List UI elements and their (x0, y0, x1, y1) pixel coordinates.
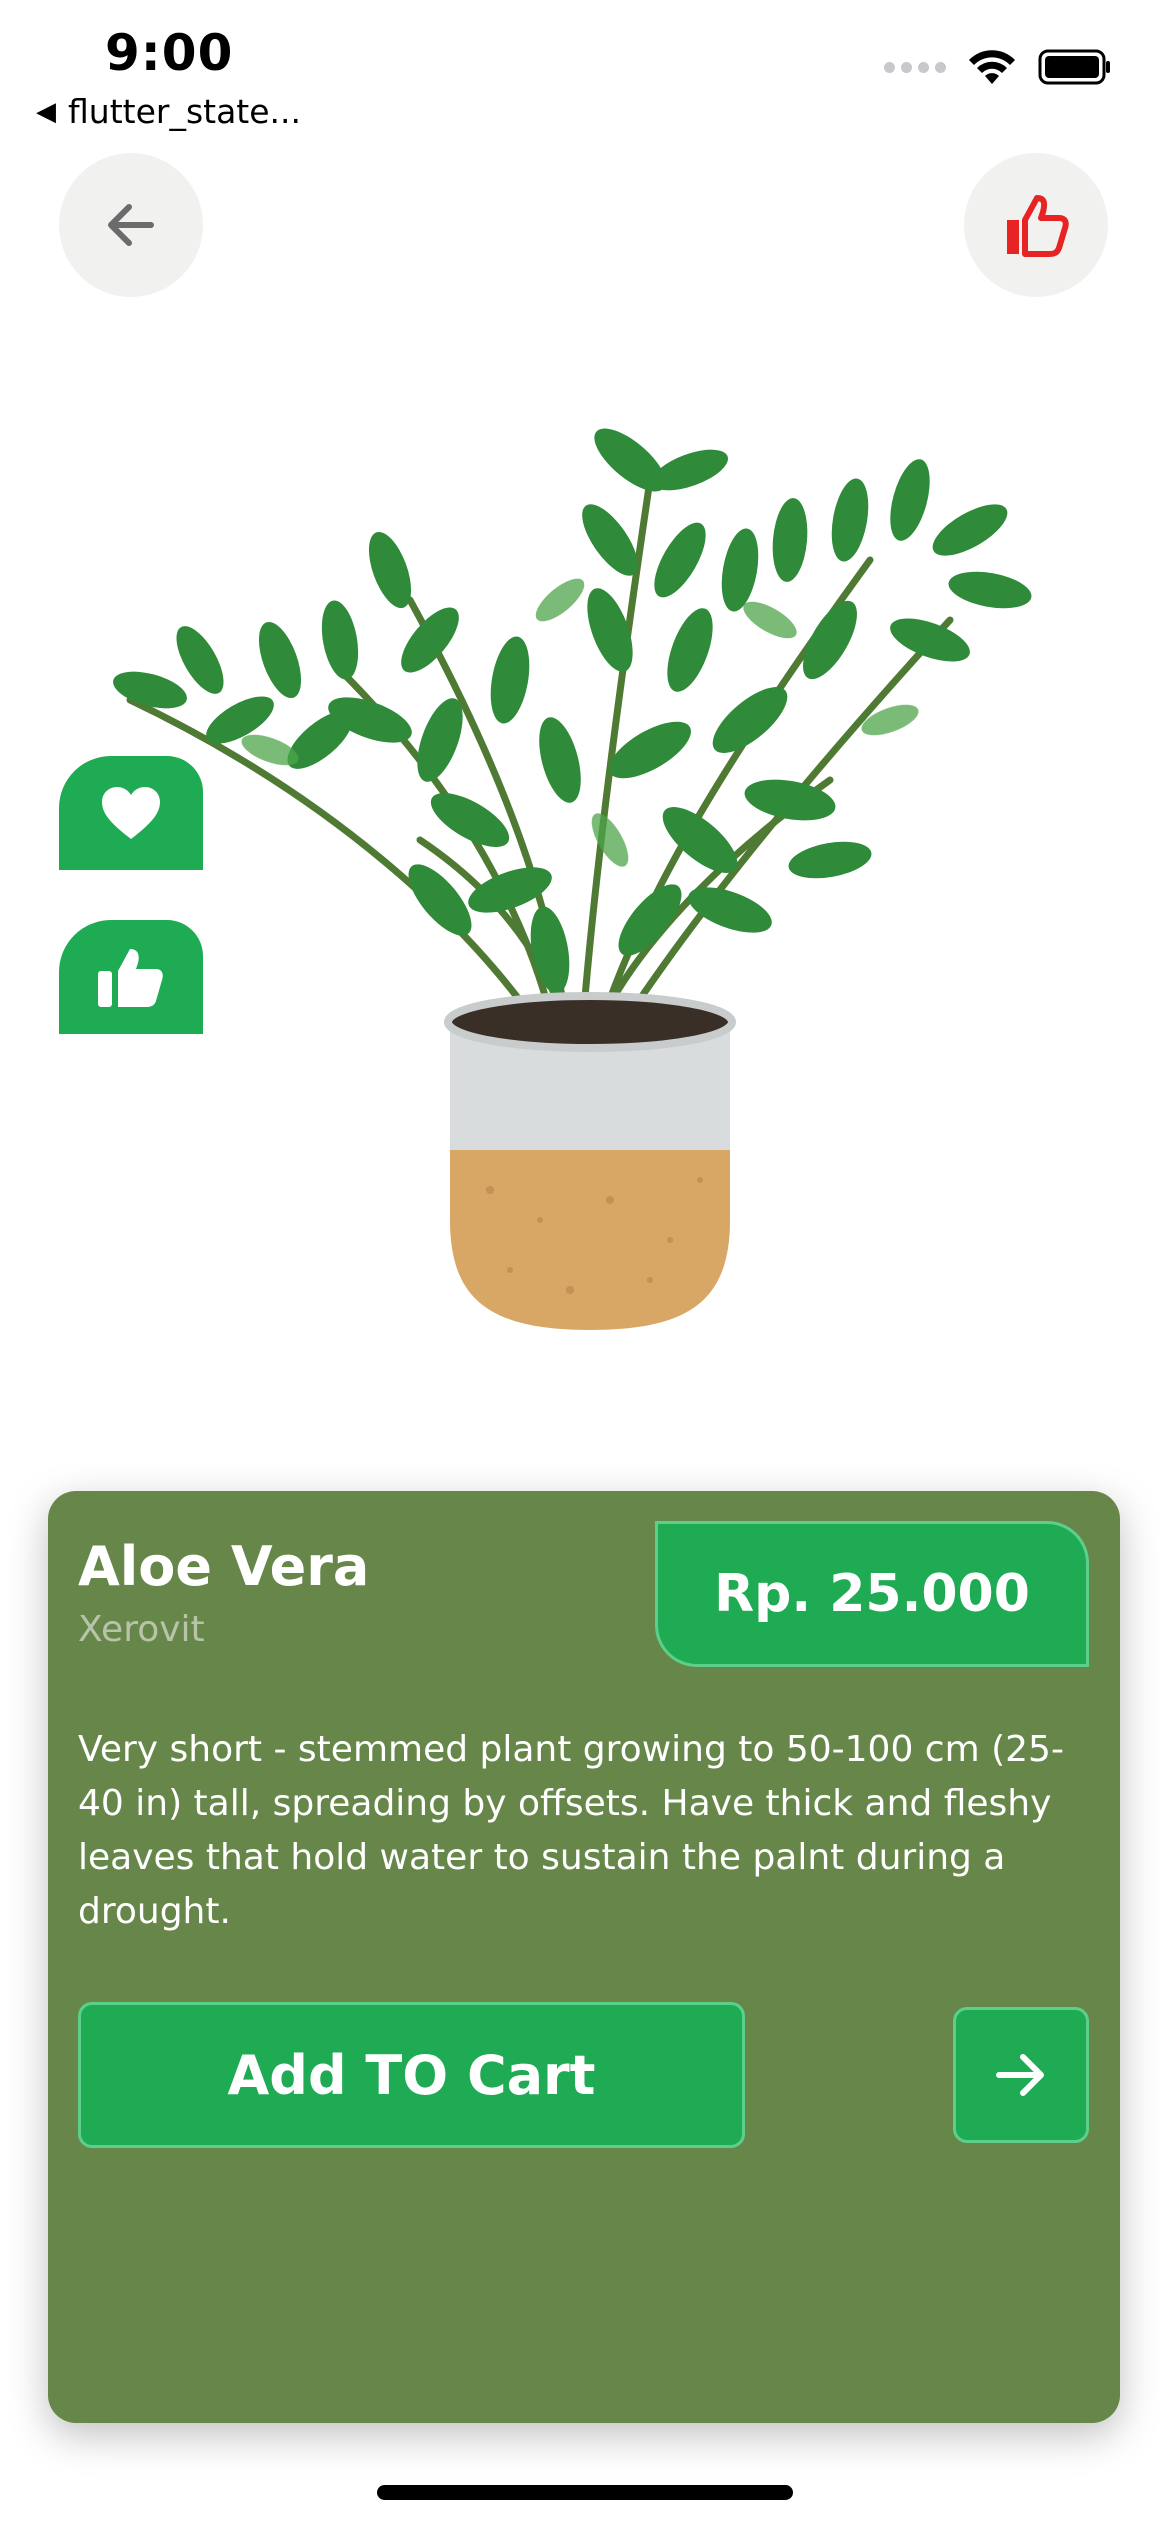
wifi-icon (969, 50, 1015, 84)
back-to-app[interactable]: ◀ flutter_state... (36, 92, 301, 131)
heart-icon (102, 787, 160, 839)
product-detail-screen: 9:00 ◀ flutter_state... Aloe Vera Xerovi… (0, 0, 1170, 2532)
thumbs-up-icon (1007, 195, 1069, 257)
like-button[interactable] (964, 153, 1108, 297)
product-brand: Xerovit (78, 1609, 205, 1650)
favorite-button[interactable] (59, 756, 203, 870)
price-tag: Rp. 25.000 (655, 1521, 1089, 1667)
product-description: Very short - stemmed plant growing to 50… (78, 1729, 1064, 1932)
status-time: 9:00 (105, 24, 234, 82)
arrow-left-icon (108, 204, 154, 246)
thumbs-up-icon (98, 949, 163, 1007)
signal-icon (884, 61, 946, 73)
product-info-card: Aloe Vera Xerovit Rp. 25.000 Very short … (48, 1491, 1120, 2423)
back-triangle-icon: ◀ (36, 96, 56, 127)
home-indicator[interactable] (377, 2485, 793, 2500)
arrow-right-icon (996, 2054, 1044, 2096)
next-button[interactable] (953, 2007, 1089, 2143)
status-indicators (884, 48, 1112, 86)
add-to-cart-button[interactable]: Add TO Cart (78, 2002, 745, 2148)
battery-icon (1038, 49, 1110, 85)
back-app-label: flutter_state... (68, 92, 302, 131)
back-button[interactable] (59, 153, 203, 297)
thumbs-up-side-button[interactable] (59, 920, 203, 1034)
product-name: Aloe Vera (78, 1535, 370, 1598)
plant-image (113, 428, 1032, 1330)
